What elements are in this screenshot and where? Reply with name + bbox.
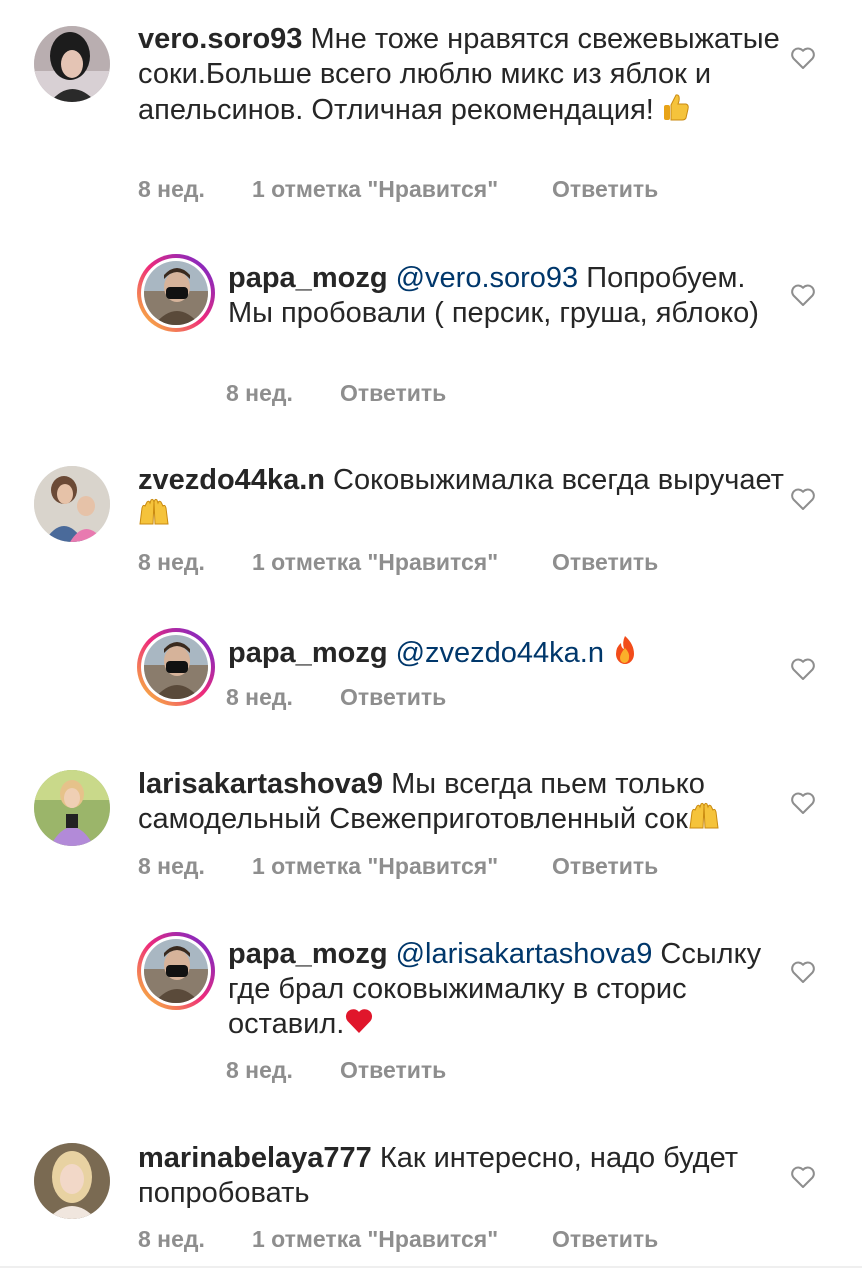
comment-body: Соковыжималка всегда выручает <box>333 464 784 496</box>
mention-link[interactable]: @vero.soro93 <box>396 262 579 294</box>
reply-button[interactable]: Ответить <box>552 176 658 203</box>
comment-username[interactable]: zvezdo44ka.n <box>138 464 325 496</box>
heart-icon[interactable] <box>790 283 816 307</box>
comment-username[interactable]: marinabelaya777 <box>138 1142 372 1174</box>
comment-username[interactable]: papa_mozg <box>228 262 388 294</box>
comment-time: 8 нед. <box>138 1226 205 1252</box>
heart-icon[interactable] <box>790 960 816 984</box>
comment-text: papa_mozg @vero.soro93 Попробуем. Мы про… <box>228 261 768 331</box>
comment-text: marinabelaya777 Как интересно, надо буде… <box>138 1141 788 1211</box>
comment-likes[interactable]: 1 отметка "Нравится" <box>252 853 498 880</box>
thumbs-up-icon <box>662 92 690 131</box>
heart-icon[interactable] <box>790 657 816 681</box>
comment-text: papa_mozg @zvezdo44ka.n <box>228 634 768 675</box>
avatar[interactable] <box>34 1143 110 1219</box>
comment-text: zvezdo44ka.n Соковыжималка всегда выруча… <box>138 463 788 535</box>
avatar[interactable] <box>34 770 110 846</box>
mention-link[interactable]: @larisakartashova9 <box>396 938 653 970</box>
reply-button[interactable]: Ответить <box>552 1226 658 1253</box>
reply-button[interactable]: Ответить <box>340 684 446 711</box>
comment-text: larisakartashova9 Мы всегда пьем только … <box>138 767 798 839</box>
reply-button[interactable]: Ответить <box>340 1057 446 1084</box>
heart-icon[interactable] <box>790 46 816 70</box>
reply-button[interactable]: Ответить <box>552 549 658 576</box>
comment-time: 8 нед. <box>226 380 293 406</box>
red-heart-icon <box>344 1007 374 1044</box>
comment-time: 8 нед. <box>226 684 293 710</box>
avatar[interactable] <box>137 628 215 706</box>
heart-icon[interactable] <box>790 1165 816 1189</box>
comment-time: 8 нед. <box>226 1057 293 1083</box>
comment-text: vero.soro93 Мне тоже нравятся свежевыжат… <box>138 22 788 131</box>
reply-button[interactable]: Ответить <box>552 853 658 880</box>
mention-link[interactable]: @zvezdo44ka.n <box>396 637 604 669</box>
comment-likes[interactable]: 1 отметка "Нравится" <box>252 1226 498 1253</box>
comment-likes[interactable]: 1 отметка "Нравится" <box>252 176 498 203</box>
comment-time: 8 нед. <box>138 176 205 202</box>
heart-icon[interactable] <box>790 791 816 815</box>
comment-time: 8 нед. <box>138 853 205 879</box>
avatar[interactable] <box>137 932 215 1010</box>
reply-button[interactable]: Ответить <box>340 380 446 407</box>
heart-icon[interactable] <box>790 487 816 511</box>
avatar[interactable] <box>34 466 110 542</box>
comment-username[interactable]: vero.soro93 <box>138 23 302 55</box>
comment-username[interactable]: larisakartashova9 <box>138 768 383 800</box>
avatar[interactable] <box>34 26 110 102</box>
comment-username[interactable]: papa_mozg <box>228 637 388 669</box>
divider <box>0 1266 862 1268</box>
comment-time: 8 нед. <box>138 549 205 575</box>
avatar[interactable] <box>137 254 215 332</box>
raising-hands-icon <box>688 802 720 839</box>
raising-hands-icon <box>138 498 170 535</box>
comment-likes[interactable]: 1 отметка "Нравится" <box>252 549 498 576</box>
comment-username[interactable]: papa_mozg <box>228 938 388 970</box>
comment-text: papa_mozg @larisakartashova9 Ссылку где … <box>228 937 778 1044</box>
fire-icon <box>612 634 638 675</box>
